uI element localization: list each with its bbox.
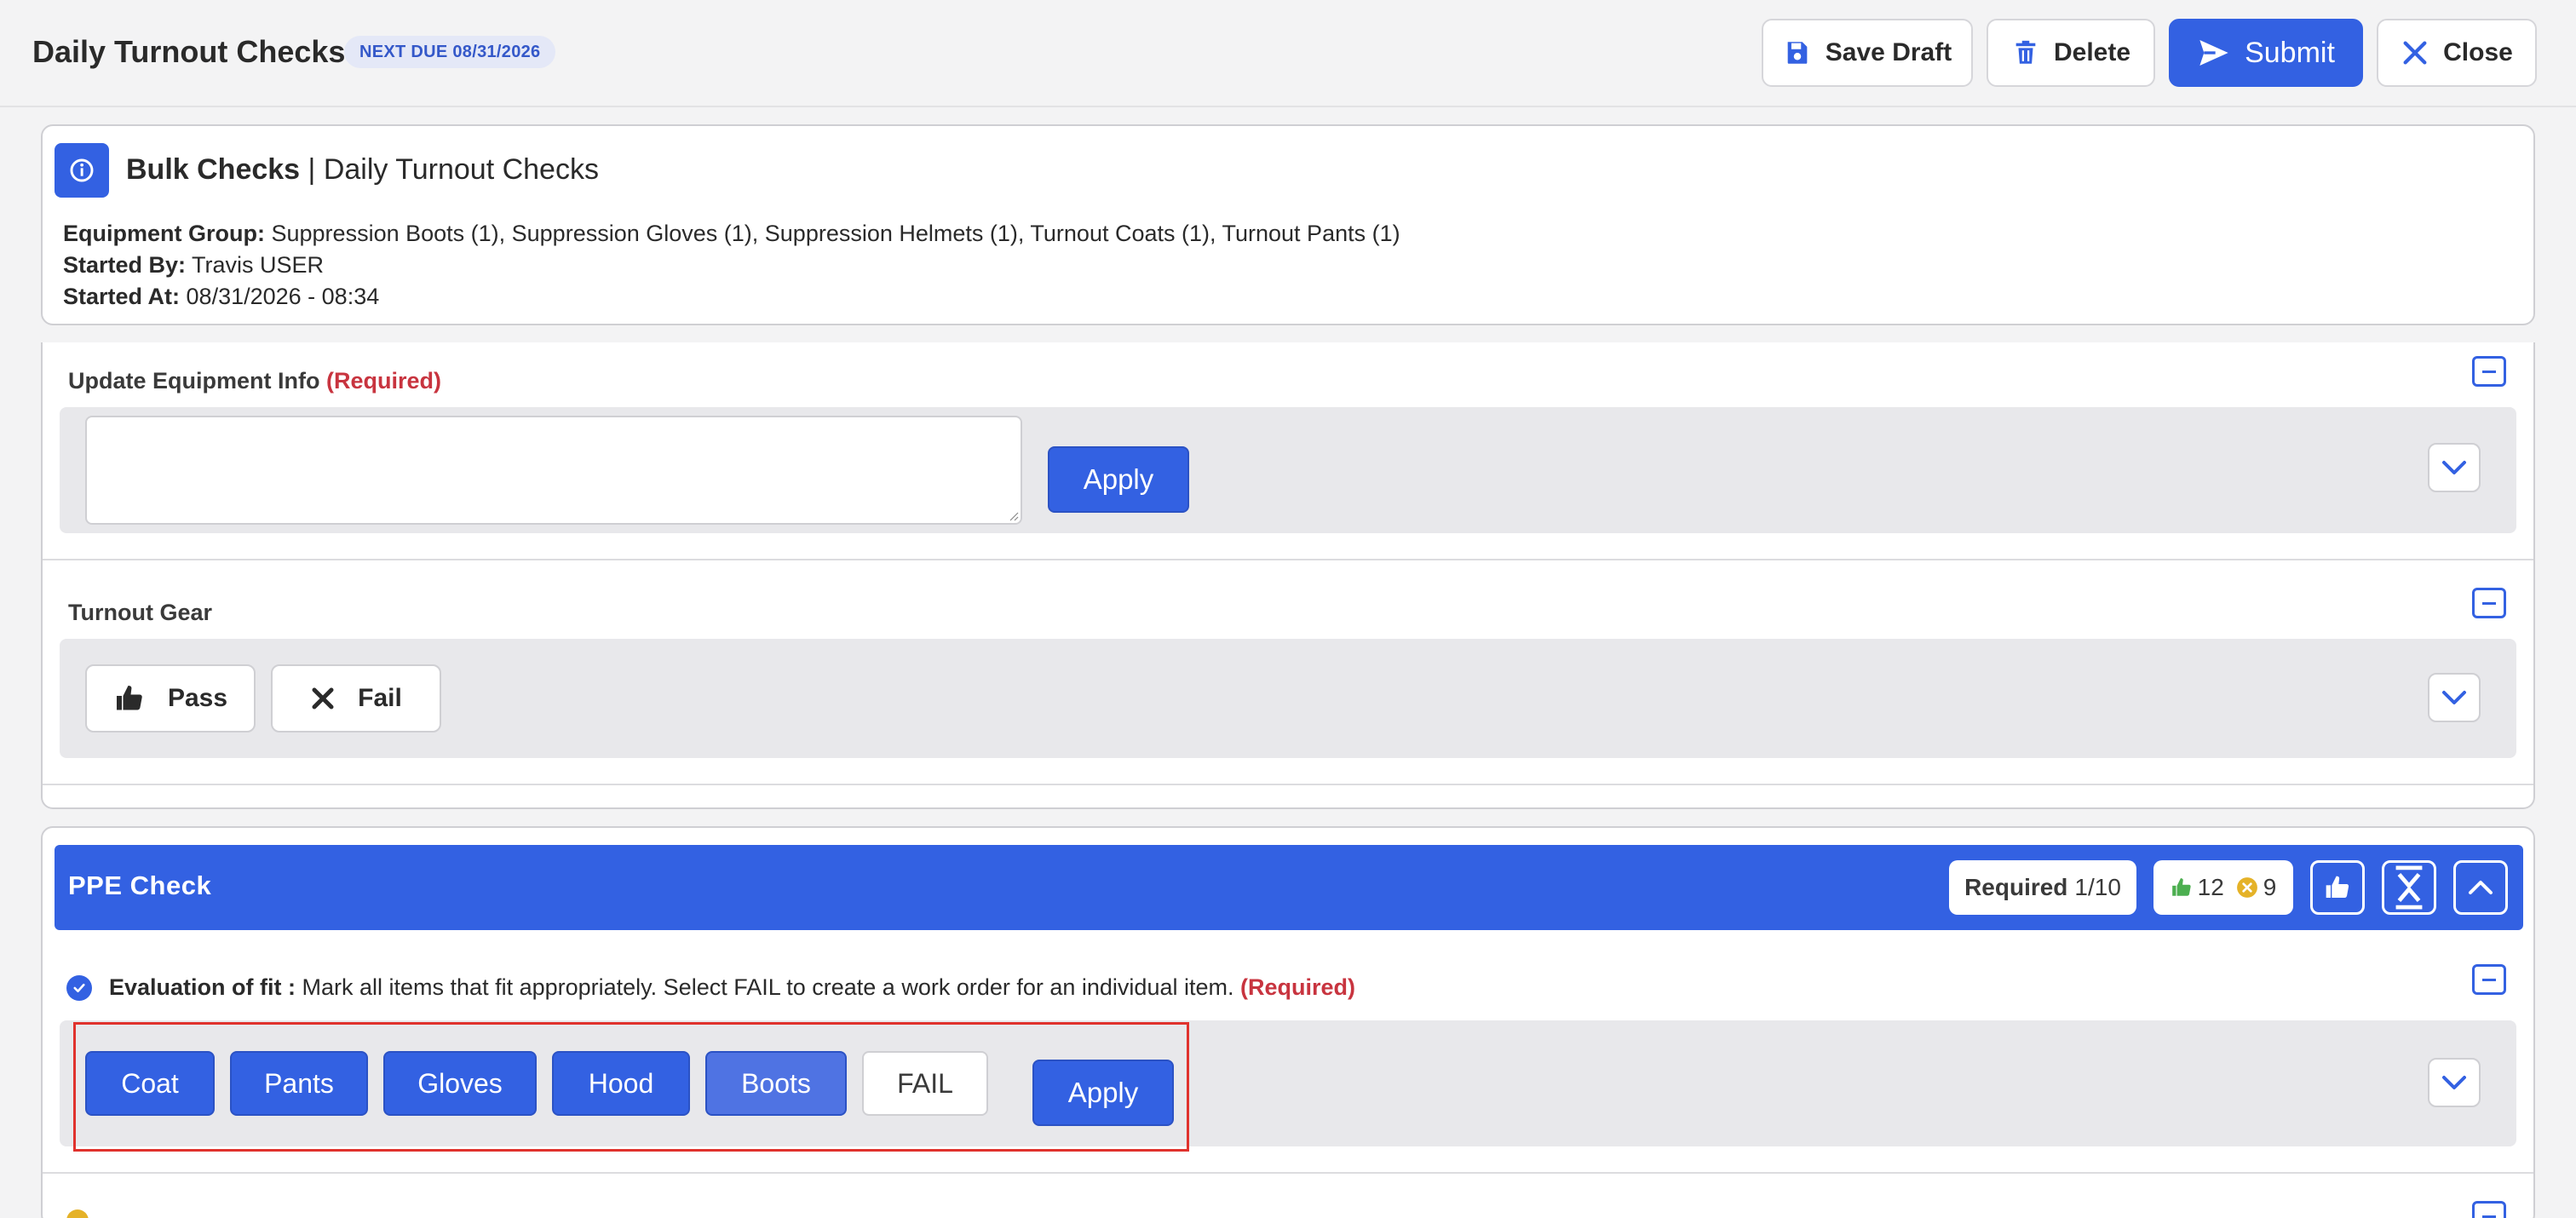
- turnout-pass-button[interactable]: Pass: [85, 664, 256, 733]
- item-fail-button[interactable]: FAIL: [862, 1051, 988, 1116]
- chevron-down-icon: [2442, 1076, 2466, 1089]
- x-icon: [312, 687, 334, 710]
- close-label: Close: [2443, 38, 2513, 66]
- check-circle-icon: [66, 974, 92, 1001]
- started-by-row: Started By: Travis USER: [63, 250, 1400, 281]
- evaluation-apply-button[interactable]: Apply: [1032, 1060, 1174, 1126]
- ppe-check-title: PPE Check: [68, 870, 212, 900]
- collapse-next-section-button[interactable]: [2472, 1201, 2506, 1218]
- section-divider: [43, 559, 2533, 560]
- update-info-apply-button[interactable]: Apply: [1048, 446, 1189, 513]
- delete-button[interactable]: Delete: [1987, 19, 2155, 87]
- started-at-value: 08/31/2026 - 08:34: [186, 284, 380, 309]
- pass-label: Pass: [167, 684, 228, 712]
- collapse-all-button[interactable]: [2382, 860, 2436, 915]
- equipment-group-value: Suppression Boots (1), Suppression Glove…: [271, 221, 1400, 246]
- top-bar: Daily Turnout Checks NEXT DUE 08/31/2026…: [0, 0, 2576, 107]
- collapse-turnout-gear-button[interactable]: [2472, 588, 2506, 618]
- section-divider: [43, 784, 2533, 785]
- thumbs-up-icon: [2171, 878, 2191, 896]
- floppy-disk-icon: [1787, 42, 1808, 64]
- close-button[interactable]: Close: [2377, 19, 2537, 87]
- fail-label: Fail: [358, 684, 402, 712]
- equipment-info-textarea[interactable]: [85, 416, 1022, 525]
- expand-evaluation-button[interactable]: [2428, 1058, 2481, 1107]
- minus-icon: [2482, 370, 2496, 373]
- update-info-required: (Required): [326, 368, 441, 394]
- submit-label: Submit: [2245, 36, 2335, 69]
- resize-grip-icon[interactable]: [1009, 511, 1019, 521]
- started-at-label: Started At:: [63, 284, 181, 309]
- started-at-row: Started At: 08/31/2026 - 08:34: [63, 281, 1400, 313]
- x-circle-icon: [2236, 877, 2257, 898]
- equipment-group-label: Equipment Group:: [63, 221, 265, 246]
- info-title-bold: Bulk Checks: [126, 153, 301, 186]
- page-title: Daily Turnout Checks: [32, 34, 346, 69]
- turnout-fail-button[interactable]: Fail: [271, 664, 441, 733]
- minus-icon: [2482, 601, 2496, 605]
- update-info-label: Update Equipment Info: [68, 368, 320, 394]
- send-icon: [2199, 40, 2228, 66]
- evaluation-of-fit-heading: Evaluation of fit : Mark all items that …: [66, 974, 1355, 1001]
- update-info-heading: Update Equipment Info (Required): [68, 368, 441, 394]
- delete-label: Delete: [2053, 38, 2131, 66]
- required-label: Required: [1964, 874, 2068, 900]
- thumbs-up-icon: [2326, 876, 2349, 898]
- started-by-value: Travis USER: [192, 252, 325, 278]
- eval-required: (Required): [1240, 974, 1356, 1000]
- pass-fail-count-pill: 12 9: [2153, 860, 2293, 915]
- collapse-update-info-button[interactable]: [2472, 356, 2506, 387]
- save-draft-button[interactable]: Save Draft: [1762, 19, 1973, 87]
- collapse-evaluation-button[interactable]: [2472, 964, 2506, 995]
- save-draft-label: Save Draft: [1825, 38, 1952, 66]
- item-pants-button[interactable]: Pants: [230, 1051, 368, 1116]
- chevron-down-icon: [2442, 461, 2466, 474]
- ppe-check-header: PPE Check Required 1/10 12 9: [55, 845, 2523, 930]
- expand-turnout-gear-button[interactable]: [2428, 673, 2481, 722]
- chevron-up-icon: [2469, 881, 2493, 894]
- collapse-ppe-button[interactable]: [2453, 860, 2508, 915]
- info-title-rest: | Daily Turnout Checks: [308, 153, 599, 186]
- trash-icon: [2015, 40, 2036, 64]
- required-count: 1/10: [2074, 874, 2121, 900]
- thumbs-up-icon: [116, 686, 142, 710]
- pass-all-button[interactable]: [2310, 860, 2365, 915]
- minus-icon: [2482, 978, 2496, 981]
- submit-button[interactable]: Submit: [2169, 19, 2363, 87]
- eval-label: Evaluation of fit :: [109, 974, 296, 1000]
- info-details: Equipment Group: Suppression Boots (1), …: [63, 218, 1400, 313]
- evaluation-of-fit-text: Evaluation of fit : Mark all items that …: [109, 974, 1355, 1001]
- turnout-gear-label: Turnout Gear: [68, 600, 213, 625]
- eval-description: Mark all items that fit appropriately. S…: [302, 974, 1234, 1000]
- collapse-arrows-icon: [2395, 865, 2423, 910]
- minus-icon: [2482, 1215, 2496, 1218]
- item-boots-button[interactable]: Boots: [705, 1051, 847, 1116]
- required-progress-pill: Required 1/10: [1949, 860, 2136, 915]
- info-title: Bulk Checks | Daily Turnout Checks: [126, 153, 599, 187]
- equipment-group-row: Equipment Group: Suppression Boots (1), …: [63, 218, 1400, 250]
- item-gloves-button[interactable]: Gloves: [383, 1051, 537, 1116]
- item-hood-button[interactable]: Hood: [552, 1051, 690, 1116]
- close-icon: [2403, 41, 2427, 65]
- expand-update-info-button[interactable]: [2428, 443, 2481, 492]
- item-coat-button[interactable]: Coat: [85, 1051, 215, 1116]
- next-due-badge: NEXT DUE 08/31/2026: [344, 36, 556, 68]
- info-icon: [55, 143, 109, 198]
- section-divider: [43, 1172, 2533, 1174]
- bulk-check-info-card: Bulk Checks | Daily Turnout Checks Equip…: [41, 124, 2535, 325]
- pass-count: 12: [2197, 874, 2224, 900]
- started-by-label: Started By:: [63, 252, 187, 278]
- fail-count: 9: [2263, 874, 2277, 900]
- chevron-down-icon: [2442, 691, 2466, 704]
